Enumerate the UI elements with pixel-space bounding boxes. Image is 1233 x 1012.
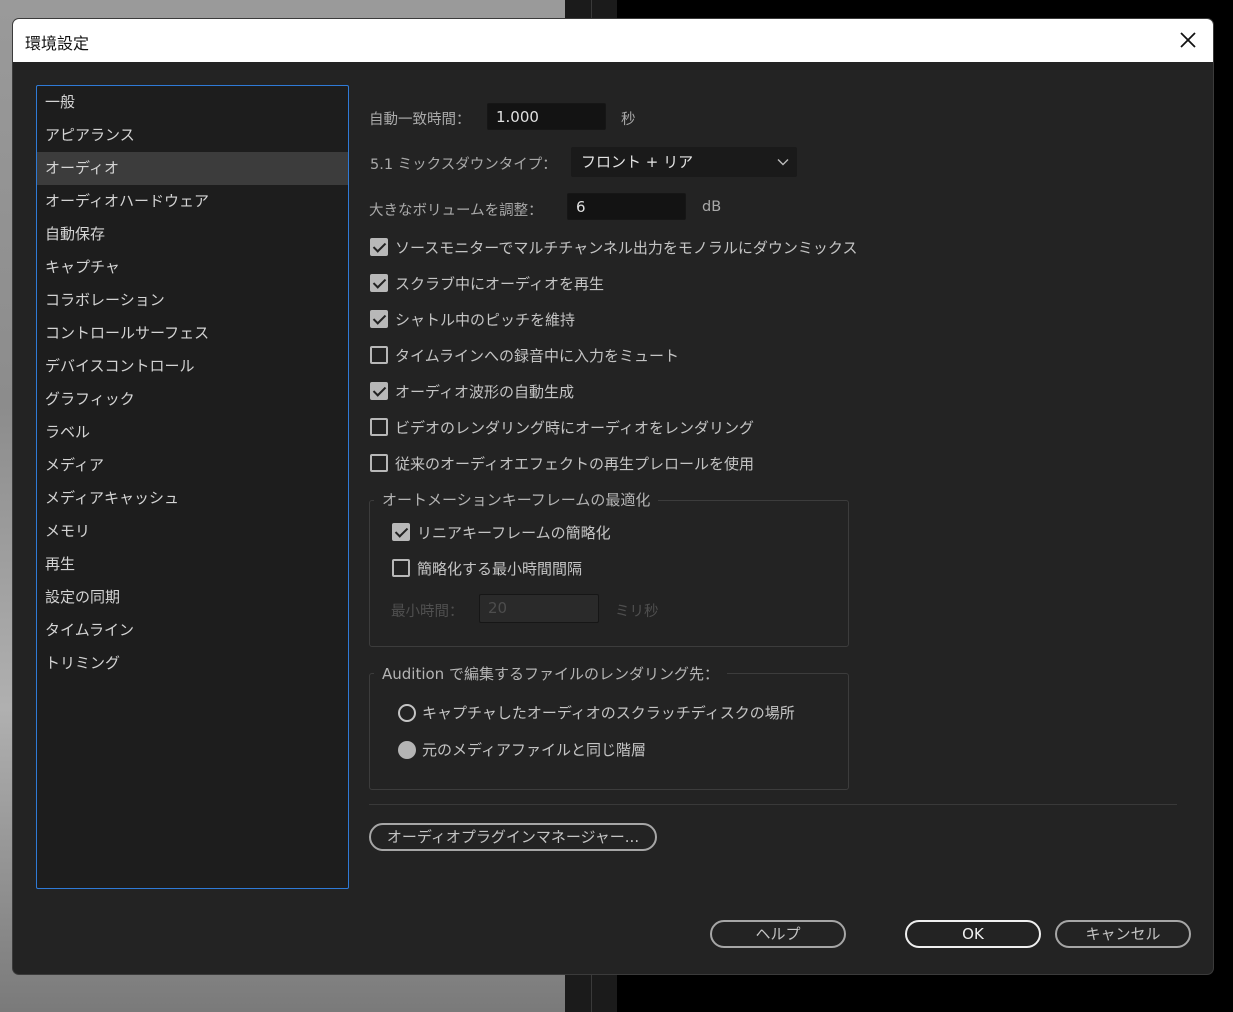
audio-plugin-manager-button[interactable]: オーディオプラグインマネージャー... [369, 823, 657, 851]
auto-match-input[interactable]: 1.000 [487, 103, 606, 130]
radio-label: キャプチャしたオーディオのスクラッチディスクの場所 [422, 704, 795, 722]
sidebar-item-media[interactable]: メディア [37, 449, 348, 482]
large-volume-unit: dB [702, 199, 722, 215]
radio-label: 元のメディアファイルと同じ階層 [422, 741, 646, 759]
sidebar-item-media-cache[interactable]: メディアキャッシュ [37, 482, 348, 515]
category-list: 一般 アピアランス オーディオ オーディオハードウェア 自動保存 キャプチャ コ… [36, 85, 349, 889]
checkbox-mute-input[interactable]: タイムラインへの録音中に入力をミュート [370, 344, 679, 366]
checkbox-auto-waveform[interactable]: オーディオ波形の自動生成 [370, 380, 574, 402]
checkbox-label: 従来のオーディオエフェクトの再生プレロールを使用 [395, 454, 754, 473]
audition-group [369, 673, 849, 790]
checkbox-box [370, 382, 388, 400]
checkbox-label: ソースモニターでマルチチャンネル出力をモノラルにダウンミックス [395, 238, 858, 257]
large-volume-input[interactable]: 6 [567, 193, 686, 220]
sidebar-item-playback[interactable]: 再生 [37, 548, 348, 581]
sidebar-item-memory[interactable]: メモリ [37, 515, 348, 548]
checkbox-legacy-preroll[interactable]: 従来のオーディオエフェクトの再生プレロールを使用 [370, 452, 754, 474]
checkbox-box [392, 523, 410, 541]
checkbox-min-interval[interactable]: 簡略化する最小時間間隔 [392, 557, 582, 579]
radio-scratch-disk[interactable]: キャプチャしたオーディオのスクラッチディスクの場所 [398, 702, 795, 723]
preferences-dialog: 環境設定 一般 アピアランス オーディオ オーディオハードウェア 自動保存 キャ… [13, 19, 1213, 974]
checkbox-box [370, 310, 388, 328]
dialog-title: 環境設定 [25, 34, 90, 53]
checkbox-render-audio[interactable]: ビデオのレンダリング時にオーディオをレンダリング [370, 416, 754, 438]
min-time-input[interactable]: 20 [479, 594, 599, 623]
checkbox-box [370, 454, 388, 472]
sidebar-item-control-surface[interactable]: コントロールサーフェス [37, 317, 348, 350]
sidebar-item-general[interactable]: 一般 [37, 86, 348, 119]
checkbox-box [370, 418, 388, 436]
sidebar-item-timeline[interactable]: タイムライン [37, 614, 348, 647]
help-button[interactable]: ヘルプ [710, 920, 846, 948]
audition-group-title: Audition で編集するファイルのレンダリング先： [374, 663, 727, 684]
checkbox-downmix-mono[interactable]: ソースモニターでマルチチャンネル出力をモノラルにダウンミックス [370, 236, 857, 258]
sidebar-item-auto-save[interactable]: 自動保存 [37, 218, 348, 251]
radio-indicator [398, 740, 416, 759]
checkbox-box [370, 274, 388, 292]
sidebar-item-collaboration[interactable]: コラボレーション [37, 284, 348, 317]
checkbox-label: 簡略化する最小時間間隔 [417, 559, 583, 578]
sidebar-item-capture[interactable]: キャプチャ [37, 251, 348, 284]
ok-button[interactable]: OK [905, 920, 1041, 948]
sidebar-item-appearance[interactable]: アピアランス [37, 119, 348, 152]
checkbox-box [392, 559, 410, 577]
mixdown-dropdown[interactable]: フロント + リア [571, 147, 797, 177]
radio-same-folder[interactable]: 元のメディアファイルと同じ階層 [398, 739, 646, 760]
auto-match-label: 自動一致時間： [369, 112, 471, 128]
min-time-label: 最小時間： [391, 604, 464, 620]
min-time-unit: ミリ秒 [615, 604, 659, 620]
checkbox-label: リニアキーフレームの簡略化 [417, 523, 611, 542]
title-bar: 環境設定 [13, 19, 1213, 62]
sidebar-item-sync-settings[interactable]: 設定の同期 [37, 581, 348, 614]
automation-group-title: オートメーションキーフレームの最適化 [374, 489, 659, 510]
checkbox-maintain-pitch[interactable]: シャトル中のピッチを維持 [370, 308, 575, 330]
sidebar-item-device-control[interactable]: デバイスコントロール [37, 350, 348, 383]
close-icon [1180, 32, 1196, 48]
sidebar-item-graphics[interactable]: グラフィック [37, 383, 348, 416]
radio-indicator [398, 703, 416, 722]
checkbox-label: シャトル中のピッチを維持 [395, 310, 576, 329]
sidebar-item-labels[interactable]: ラベル [37, 416, 348, 449]
separator [369, 804, 1177, 805]
mixdown-label: 5.1 ミックスダウンタイプ： [370, 157, 557, 173]
checkbox-label: ビデオのレンダリング時にオーディオをレンダリング [395, 418, 754, 437]
checkbox-label: スクラブ中にオーディオを再生 [395, 274, 604, 293]
checkbox-box [370, 238, 388, 256]
checkbox-label: タイムラインへの録音中に入力をミュート [395, 346, 679, 365]
checkbox-linear-keyframe[interactable]: リニアキーフレームの簡略化 [392, 521, 611, 543]
sidebar-item-audio[interactable]: オーディオ [37, 152, 348, 185]
auto-match-unit: 秒 [621, 112, 636, 128]
chevron-down-icon [777, 159, 789, 166]
close-button[interactable] [1175, 27, 1201, 53]
checkbox-box [370, 346, 388, 364]
large-volume-label: 大きなボリュームを調整： [369, 203, 543, 219]
sidebar-item-trim[interactable]: トリミング [37, 647, 348, 680]
sidebar-item-audio-hardware[interactable]: オーディオハードウェア [37, 185, 348, 218]
checkbox-label: オーディオ波形の自動生成 [395, 382, 574, 401]
cancel-button[interactable]: キャンセル [1055, 920, 1191, 948]
mixdown-value: フロント + リア [581, 153, 694, 171]
checkbox-play-while-scrubbing[interactable]: スクラブ中にオーディオを再生 [370, 272, 604, 294]
